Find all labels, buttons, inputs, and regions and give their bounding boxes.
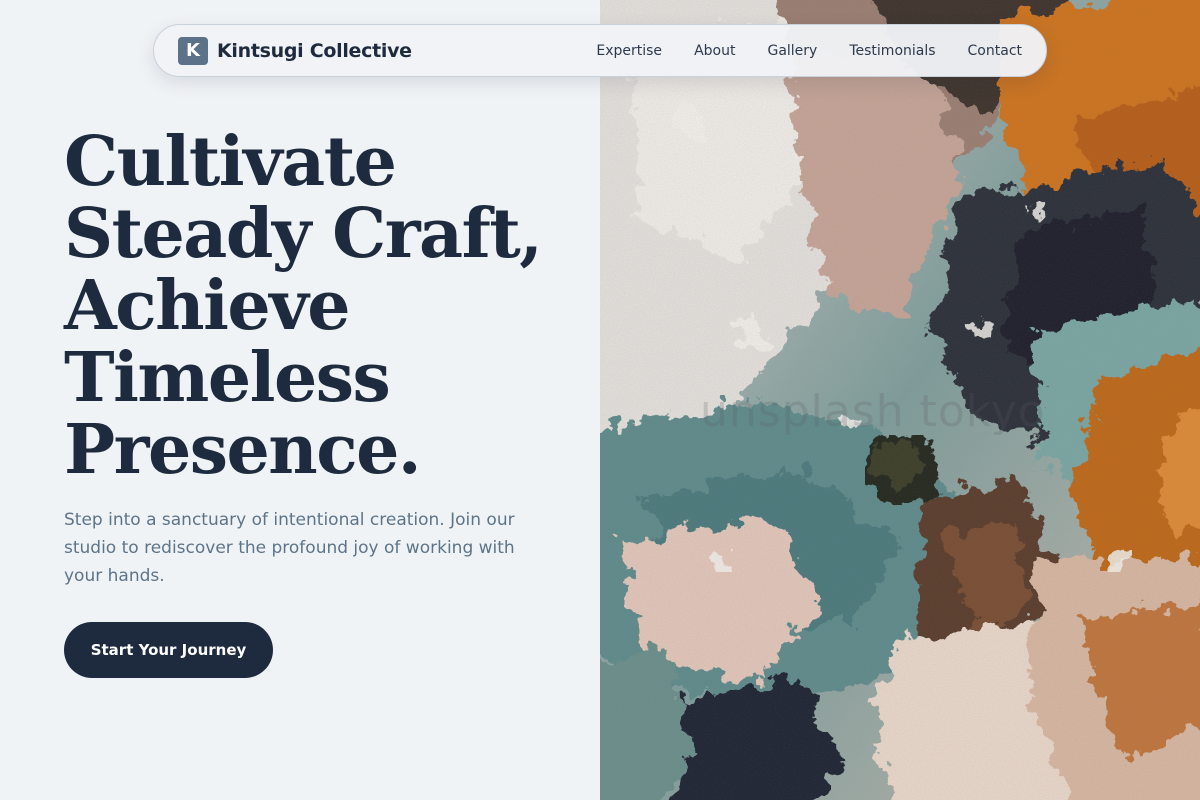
nav-link-expertise[interactable]: Expertise bbox=[596, 43, 662, 59]
headline-line: Achieve bbox=[64, 266, 350, 346]
hero-image bbox=[600, 0, 1200, 800]
nav-link-contact[interactable]: Contact bbox=[968, 43, 1022, 59]
brand-name: Kintsugi Collective bbox=[217, 39, 412, 62]
brand-mark-icon: K bbox=[178, 36, 208, 65]
nav-link-about[interactable]: About bbox=[694, 43, 735, 59]
nav-links: Expertise About Gallery Testimonials Con… bbox=[596, 43, 1022, 59]
impasto-painting bbox=[600, 0, 1200, 800]
hero-headline: Cultivate Steady Craft, Achieve Timeless… bbox=[64, 126, 584, 486]
nav-link-gallery[interactable]: Gallery bbox=[767, 43, 817, 59]
start-journey-button[interactable]: Start Your Journey bbox=[64, 622, 273, 678]
top-navigation-bar: K Kintsugi Collective Expertise About Ga… bbox=[153, 24, 1047, 77]
headline-line: Presence. bbox=[64, 410, 422, 490]
brand-logo[interactable]: K Kintsugi Collective bbox=[178, 36, 412, 65]
headline-line: Cultivate bbox=[64, 122, 397, 202]
hero-subtext: Step into a sanctuary of intentional cre… bbox=[64, 510, 515, 586]
headline-line: Timeless bbox=[64, 338, 391, 418]
nav-link-testimonials[interactable]: Testimonials bbox=[849, 43, 935, 59]
headline-line: Steady Craft, bbox=[64, 194, 543, 274]
